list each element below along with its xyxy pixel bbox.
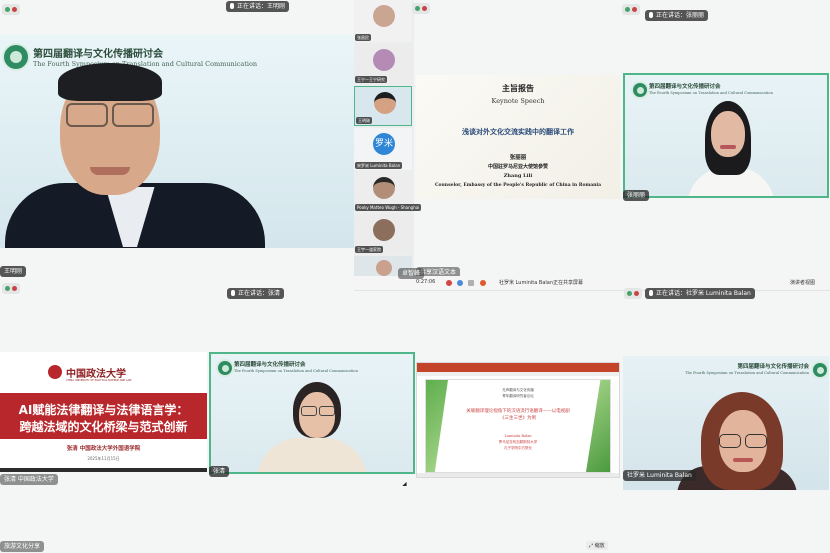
microphone-icon	[230, 3, 234, 9]
speaker-1-video	[0, 35, 354, 248]
participant-thumb[interactable]: 罗米 宋罗米 Luminita Balan	[354, 128, 412, 170]
slide-title-zh: 主旨报告	[502, 83, 534, 93]
screen-share-label: 社罗米 Luminita Balan正在共享屏幕	[499, 280, 584, 286]
mouse-cursor-icon	[402, 481, 409, 489]
slide-topic: 浅谈对外文化交流实践中的翻译工作	[462, 127, 574, 136]
slide-title-line-1: AI赋能法律翻译与法律语言学：	[18, 403, 189, 417]
room-name-tag: 卓智峰	[398, 268, 425, 279]
active-speaker-tag: 正在讲话：张丽丽	[645, 10, 709, 21]
microphone-icon	[231, 290, 235, 296]
participant-thumb-active[interactable]: 王明刚	[354, 86, 412, 126]
slide-canvas: 无声翻译与文化传播 青年翻译研究者论坛 关联翻译理论视角下的汉语流行语翻译——以…	[425, 379, 611, 473]
university-name: 中国政法大学	[66, 369, 126, 380]
university-name-en: CHINA UNIVERSITY OF POLITICAL SCIENCE AN…	[66, 379, 132, 382]
slide-author: Luminita Balan	[504, 434, 532, 438]
active-speaker-tag: 正在讲话：王明刚	[226, 1, 290, 12]
participant-thumb[interactable]: 王宁—王宁研究	[354, 44, 412, 84]
app-status-bar	[417, 473, 619, 477]
participants-sidebar: 张昌民 王宁—王宁研究 王明刚 罗米 宋罗米 Luminita Balan Po…	[354, 0, 430, 278]
slide-title-band: AI赋能法律翻译与法律语言学： 跨越法域的文化桥梁与范式创新	[0, 393, 207, 439]
more-icon[interactable]	[480, 280, 486, 286]
shared-screen-tile[interactable]: 无声翻译与文化传播 青年翻译研究者论坛 关联翻译理论视角下的汉语流行语翻译——以…	[416, 362, 620, 478]
active-speaker-tag: 正在讲话：社罗米 Luminita Balan	[645, 288, 755, 299]
name-tag-speaker-2: 张丽丽	[623, 190, 650, 201]
meeting-timer: 0:27:06	[416, 279, 436, 285]
bottom-room-label: 旅游文化分享	[0, 541, 45, 552]
slide-bottom-stripe	[0, 468, 207, 472]
connection-status-icon	[412, 3, 430, 14]
slide-paper-title: 关联翻译理论视角下的汉语流行语翻译——以电视剧《三生三世》为例	[466, 409, 570, 421]
participant-thumb[interactable]: Pooky Matteo Wugh - Shanghai	[354, 172, 422, 212]
presentation-slide-tile[interactable]: 中国政法大学 CHINA UNIVERSITY OF POLITICAL SCI…	[0, 352, 207, 472]
slide-speaker-en: Zhang Lili	[503, 173, 533, 179]
connection-status-icon	[624, 288, 642, 299]
speaker-3-video	[211, 354, 413, 472]
speaker-view-button[interactable]: 演讲者视图	[790, 279, 815, 286]
stop-share-icon[interactable]	[446, 280, 452, 286]
microphone-icon	[649, 12, 653, 18]
slide-affiliation-1: 罗马尼亚布加勒斯特大学	[498, 440, 538, 444]
zoom-control-button[interactable]: ⤢ 缩放	[586, 541, 608, 550]
presenter-line: 张清 中国政法大学外国语学院	[66, 446, 141, 452]
slide-affiliation-2: 孔子学院中方院长	[504, 446, 532, 450]
app-ribbon	[417, 372, 619, 376]
slide-speaker-zh: 张丽丽	[509, 155, 527, 161]
speaker-2-video	[625, 75, 827, 196]
slide-title-line-2: 跨越法域的文化桥梁与范式创新	[19, 420, 188, 434]
keynote-slide-tile[interactable]: 主旨报告 Keynote Speech 浅谈对外文化交流实践中的翻译工作 张丽丽…	[416, 75, 620, 199]
video-tile-speaker-2[interactable]: 第四届翻译与文化传播研讨会 The Fourth Symposium on Tr…	[623, 73, 829, 198]
annotate-icon[interactable]	[468, 280, 474, 286]
slide-title-en: Keynote Speech	[491, 97, 545, 105]
presentation-date: 2025年11月15日	[87, 456, 120, 461]
name-tag-speaker-4: 社罗米 Luminita Balan	[623, 470, 696, 481]
participant-thumb[interactable]: 王宇—道家院	[354, 214, 412, 254]
slide-affiliation-zh: 中国驻罗马尼亚大使馆参赞	[487, 164, 548, 170]
connection-status-icon	[2, 4, 20, 15]
name-tag-speaker-3: 张清 中国政法大学	[0, 474, 58, 485]
name-tag-speaker-3-video: 张清	[209, 466, 230, 477]
microphone-icon	[649, 290, 653, 296]
video-tile-speaker-3[interactable]: 第四届翻译与文化传播研讨会 The Fourth Symposium on Tr…	[209, 352, 415, 474]
slide-forum-line-2: 青年翻译研究者论坛	[502, 394, 534, 398]
slide-forum-line-1: 无声翻译与文化传播	[502, 388, 534, 392]
app-title-bar	[417, 363, 619, 372]
slide-affiliation-en: Counselor, Embassy of the People's Repub…	[434, 183, 602, 188]
university-logo-icon	[48, 365, 62, 379]
video-tile-speaker-1[interactable]: 第四届翻译与文化传播研讨会 The Fourth Symposium on Tr…	[0, 35, 354, 248]
participant-thumb[interactable]: 张昌民	[354, 0, 412, 42]
active-speaker-tag: 正在讲话：张清	[227, 288, 285, 299]
meeting-status-bar: 卓智峰 0:27:06 社罗米 Luminita Balan正在共享屏幕 演讲者…	[354, 268, 830, 291]
connection-status-icon	[2, 283, 20, 294]
name-tag-speaker-1: 王明刚	[0, 266, 27, 277]
connection-status-icon	[622, 4, 640, 15]
record-icon[interactable]	[457, 280, 463, 286]
